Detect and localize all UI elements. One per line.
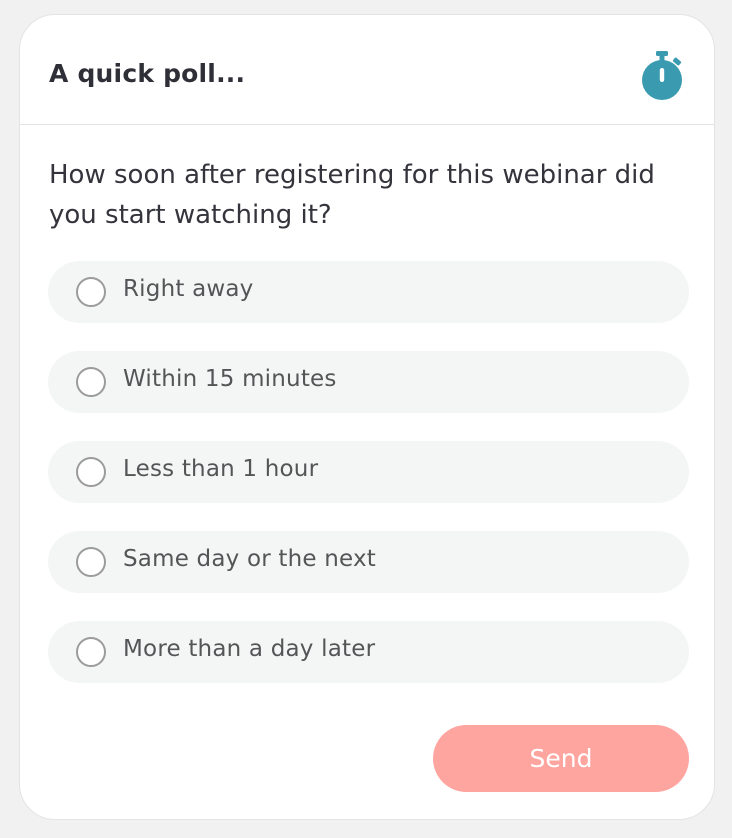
- option-label: More than a day later: [123, 636, 376, 662]
- option-less-than-1-hour[interactable]: Less than 1 hour: [48, 441, 689, 503]
- poll-question: How soon after registering for this webi…: [49, 160, 655, 230]
- option-more-than-a-day-later[interactable]: More than a day later: [48, 621, 689, 683]
- radio-button[interactable]: [76, 277, 106, 307]
- poll-card: A quick poll... How soon after registeri…: [19, 14, 715, 820]
- option-label: Less than 1 hour: [123, 456, 319, 482]
- radio-button[interactable]: [76, 547, 106, 577]
- send-button[interactable]: Send: [433, 725, 689, 792]
- poll-title: A quick poll...: [49, 59, 246, 88]
- radio-button[interactable]: [76, 637, 106, 667]
- option-label: Same day or the next: [123, 546, 377, 572]
- poll-header: A quick poll...: [20, 15, 714, 125]
- stopwatch-icon: [642, 51, 682, 100]
- radio-button[interactable]: [76, 367, 106, 397]
- option-label: Right away: [123, 276, 254, 302]
- radio-button[interactable]: [76, 457, 106, 487]
- option-same-day-or-next[interactable]: Same day or the next: [48, 531, 689, 593]
- option-within-15-minutes[interactable]: Within 15 minutes: [48, 351, 689, 413]
- poll-options: Right away Within 15 minutes Less than 1…: [48, 261, 689, 711]
- option-right-away[interactable]: Right away: [48, 261, 689, 323]
- option-label: Within 15 minutes: [123, 366, 337, 392]
